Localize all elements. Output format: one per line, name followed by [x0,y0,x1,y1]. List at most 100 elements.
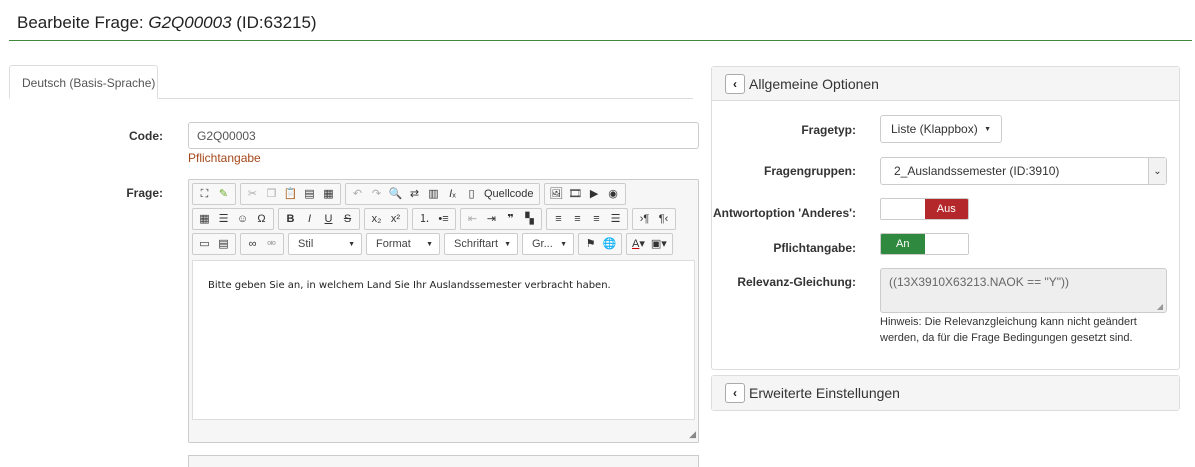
superscript-icon[interactable]: x² [387,210,404,228]
bulleted-list-icon[interactable]: •≡ [435,210,452,228]
resize-grip-icon: ◢ [1156,302,1163,311]
font-combo-label: Schriftart [454,238,499,250]
other-option-label: Antwortoption 'Anderes': [712,206,856,220]
toolbar-group-basicstyles: B I U S [278,208,360,230]
redo-icon[interactable]: ↷ [368,185,385,203]
code-input[interactable] [188,122,699,149]
source-icon[interactable]: ▯ [463,185,480,203]
toggle-handle [881,199,925,219]
cut-icon[interactable]: ✂ [244,185,261,203]
question-type-label: Fragetyp: [801,123,856,137]
advanced-settings-title: Erweiterte Einstellungen [749,385,900,401]
italic-icon[interactable]: I [301,210,318,228]
bg-color-icon[interactable]: ▣▾ [649,235,669,253]
remove-format-icon[interactable]: Iₓ [444,185,461,203]
image-icon[interactable]: 🖼 [548,185,565,203]
expressions-icon[interactable]: ✎ [215,185,232,203]
font-combo[interactable]: Schriftart ▼ [444,233,518,255]
unlink-icon[interactable]: ⚮ [263,235,280,253]
blockquote-icon[interactable]: ❞ [502,210,519,228]
subscript-icon[interactable]: x₂ [368,210,385,228]
toolbar-group-language: ⚑ 🌐 [578,233,622,255]
justify-icon[interactable]: ☰ [607,210,624,228]
title-question-code: G2Q00003 [148,13,232,32]
relevance-equation-field: ((13X3910X63213.NAOK == "Y")) ◢ [880,268,1167,313]
outdent-icon[interactable]: ⇤ [464,210,481,228]
mandatory-toggle[interactable]: An [880,233,969,255]
paste-word-icon[interactable]: ▦ [320,185,337,203]
toolbar-group-links: ∞ ⚮ [240,233,284,255]
page-header: Bearbeite Frage: G2Q00003 (ID:63215) [9,0,1192,41]
paste-text-icon[interactable]: ▤ [301,185,318,203]
align-left-icon[interactable]: ≡ [550,210,567,228]
globe-icon[interactable]: 🌐 [601,235,618,253]
bidi-ltr-icon[interactable]: ›¶ [636,210,653,228]
other-option-state: Aus [924,199,968,219]
tab-base-language[interactable]: Deutsch (Basis-Sprache) [9,65,158,99]
chevron-down-icon: ▼ [504,240,511,248]
chevron-left-icon[interactable]: ‹ [725,73,745,94]
chevron-left-icon[interactable]: ‹ [725,383,745,403]
toolbar-group-table: ▦ ☰ ☺ Ω [192,208,274,230]
advanced-settings-header[interactable]: ‹ Erweiterte Einstellungen [712,376,1179,410]
other-option-toggle[interactable]: Aus [880,198,969,220]
question-group-value: 2_Auslandssemester (ID:3910) [894,164,1060,178]
link-icon[interactable]: ∞ [244,235,261,253]
title-question-id: (ID:63215) [231,13,317,32]
question-label: Frage: [126,186,163,200]
document-icon[interactable]: ▤ [215,235,232,253]
chevron-down-icon: ⌄ [1148,158,1166,184]
relevance-label: Relevanz-Gleichung: [737,275,856,289]
toolbar-group-templates: ▭ ▤ [192,233,236,255]
question-group-label: Fragengruppen: [764,164,856,178]
paste-icon[interactable]: 📋 [282,185,299,203]
question-group-select[interactable]: 2_Auslandssemester (ID:3910) ⌄ [880,157,1167,185]
underline-icon[interactable]: U [320,210,337,228]
flash-icon[interactable]: 🎞 [567,185,584,203]
smiley-icon[interactable]: ☺ [234,210,251,228]
special-char-icon[interactable]: Ω [253,210,270,228]
copy-icon[interactable]: ❐ [263,185,280,203]
required-note: Pflichtangabe [188,151,261,165]
toolbar-group-insert: 🖼 🎞 ▶ ◉ [543,183,626,205]
numbered-list-icon[interactable]: ⒈ [416,210,433,228]
toolbar-group-indent: ⇤ ⇥ ❞ ▚ [460,208,542,230]
align-right-icon[interactable]: ≡ [588,210,605,228]
strike-icon[interactable]: S [339,210,356,228]
format-combo[interactable]: Format ▼ [366,233,440,255]
chevron-down-icon: ▼ [426,240,433,248]
replace-icon[interactable]: ⇄ [406,185,423,203]
div-icon[interactable]: ▚ [521,210,538,228]
indent-icon[interactable]: ⇥ [483,210,500,228]
find-icon[interactable]: 🔍 [387,185,404,203]
style-combo-label: Stil [298,238,314,250]
general-options-panel: ‹ Allgemeine Optionen Fragetyp: Liste (K… [711,66,1180,370]
table-icon[interactable]: ▦ [196,210,213,228]
source-button-label[interactable]: Quellcode [482,188,536,200]
code-label: Code: [129,129,163,143]
question-text-area[interactable]: Bitte geben Sie an, in welchem Land Sie … [192,260,695,420]
resize-grip-icon[interactable]: ◢ [689,429,696,440]
toolbar-group-scripts: x₂ x² [364,208,408,230]
align-center-icon[interactable]: ≡ [569,210,586,228]
templates-icon[interactable]: ▭ [196,235,213,253]
toolbar-group-align: ≡ ≡ ≡ ☰ [546,208,628,230]
youtube-icon[interactable]: ▶ [586,185,603,203]
question-type-value: Liste (Klappbox) [891,122,978,136]
bidi-rtl-icon[interactable]: ¶‹ [655,210,672,228]
size-combo[interactable]: Gr... ▼ [522,233,574,255]
horizontal-rule-icon[interactable]: ☰ [215,210,232,228]
undo-icon[interactable]: ↶ [349,185,366,203]
select-all-icon[interactable]: ▥ [425,185,442,203]
maximize-icon[interactable]: ⛶ [196,185,213,203]
mandatory-state: An [881,234,925,254]
text-color-icon[interactable]: A ▾ [630,235,647,253]
style-combo[interactable]: Stil ▼ [288,233,362,255]
question-type-dropdown[interactable]: Liste (Klappbox) ▼ [880,115,1002,143]
chevron-down-icon: ▼ [560,240,567,248]
general-options-header: ‹ Allgemeine Optionen [712,67,1179,101]
compass-icon[interactable]: ◉ [605,185,622,203]
flag-icon[interactable]: ⚑ [582,235,599,253]
bold-icon[interactable]: B [282,210,299,228]
relevance-equation-value: ((13X3910X63213.NAOK == "Y")) [889,275,1069,289]
